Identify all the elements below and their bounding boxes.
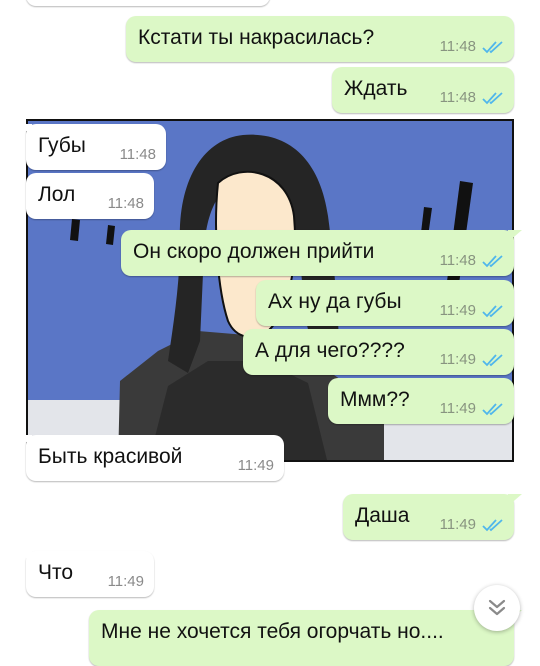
message-bubble-incoming[interactable]: Что 11:49 <box>18 551 154 597</box>
message-text: Даша <box>355 504 410 527</box>
double-check-icon <box>482 40 503 53</box>
message-text: А для чего???? <box>255 339 405 362</box>
message-meta: 11:48 <box>440 252 504 269</box>
message-meta: 11:49 <box>238 457 274 474</box>
message-text: Быть красивой <box>38 445 183 468</box>
message-text: Мне не хочется тебя огорчать но.... <box>101 620 444 643</box>
message-time: 11:49 <box>439 302 476 319</box>
double-check-icon <box>482 91 503 104</box>
bubble-tail <box>18 124 32 136</box>
bubble-tail <box>508 494 522 506</box>
message-text: Губы <box>38 134 86 157</box>
message-meta: 11:49 <box>440 302 504 319</box>
message-time: 11:48 <box>439 252 476 269</box>
message-meta: 11:48 <box>440 38 504 55</box>
message-bubble-outgoing[interactable]: Он скоро должен прийти 11:48 <box>121 230 522 276</box>
message-time: 11:48 <box>439 89 476 106</box>
message-meta: 11:48 <box>108 195 144 212</box>
message-meta: 11:49 <box>440 516 504 533</box>
scroll-to-bottom-button[interactable] <box>474 585 520 631</box>
double-check-icon <box>482 353 503 366</box>
message-bubble-partial[interactable] <box>26 0 270 6</box>
message-bubble-outgoing[interactable]: Ммм?? 11:49 <box>328 378 514 424</box>
message-bubble-incoming[interactable]: Губы 11:48 <box>18 124 166 170</box>
message-bubble-outgoing[interactable]: А для чего???? 11:49 <box>243 329 514 375</box>
message-time: 11:49 <box>237 457 274 474</box>
double-check-icon <box>482 304 503 317</box>
bubble-tail <box>508 230 522 242</box>
message-meta: 11:48 <box>440 89 504 106</box>
message-bubble-incoming[interactable]: Лол 11:48 <box>26 173 154 219</box>
message-time: 11:49 <box>107 573 144 590</box>
message-text: Ммм?? <box>340 388 410 411</box>
message-text: Кстати ты накрасилась? <box>138 26 375 49</box>
message-time: 11:48 <box>119 146 156 163</box>
message-time: 11:49 <box>439 400 476 417</box>
message-text: Он скоро должен прийти <box>133 240 375 263</box>
double-chevron-down-icon <box>488 599 506 616</box>
message-text: Ах ну да губы <box>268 290 402 313</box>
bubble-tail <box>18 435 32 447</box>
message-time: 11:48 <box>439 38 476 55</box>
message-bubble-outgoing[interactable]: Кстати ты накрасилась? 11:48 <box>126 16 514 62</box>
message-time: 11:49 <box>439 516 476 533</box>
double-check-icon <box>482 254 503 267</box>
message-meta: 11:49 <box>440 351 504 368</box>
message-text: Лол <box>38 183 76 206</box>
message-bubble-outgoing[interactable]: Даша 11:49 <box>343 494 522 540</box>
message-meta: 11:48 <box>120 146 156 163</box>
message-meta: 11:49 <box>108 573 144 590</box>
message-time: 11:48 <box>107 195 144 212</box>
double-check-icon <box>482 402 503 415</box>
message-time: 11:49 <box>439 351 476 368</box>
message-bubble-incoming[interactable]: Быть красивой 11:49 <box>18 435 284 481</box>
message-meta: 11:49 <box>440 400 504 417</box>
bubble-tail <box>18 551 32 563</box>
message-text: Ждать <box>344 77 408 100</box>
message-text: Что <box>38 561 74 584</box>
double-check-icon <box>482 518 503 531</box>
message-bubble-outgoing[interactable]: Мне не хочется тебя огорчать но.... <box>89 610 522 666</box>
message-bubble-outgoing[interactable]: Ах ну да губы 11:49 <box>256 280 514 326</box>
message-bubble-outgoing[interactable]: Ждать 11:48 <box>332 67 514 113</box>
